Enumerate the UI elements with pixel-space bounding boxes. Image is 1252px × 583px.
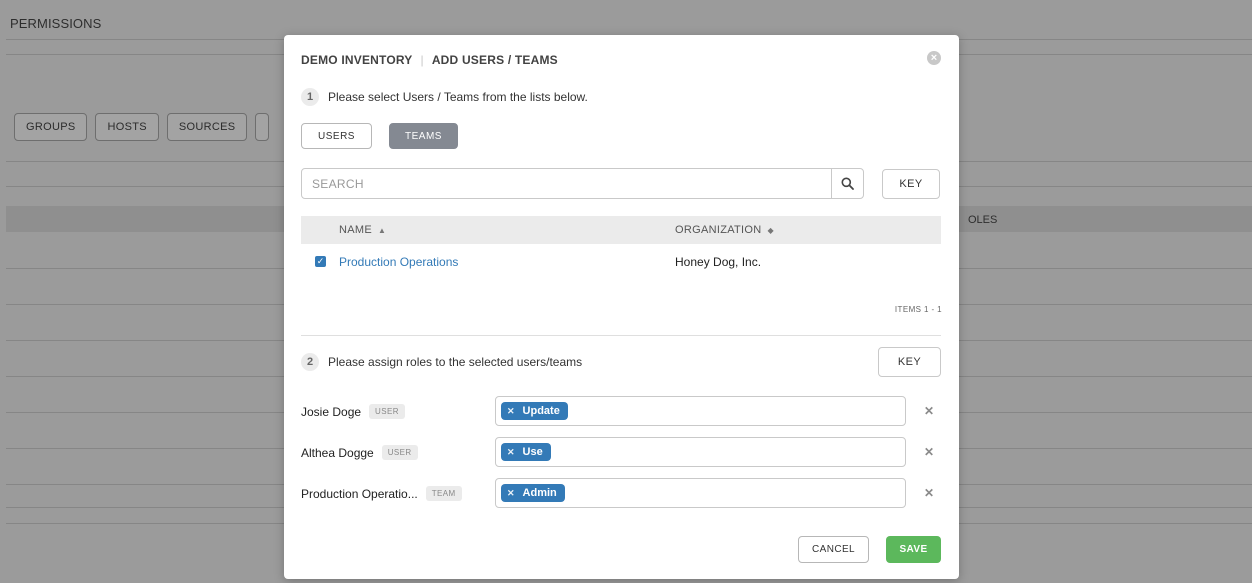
role-select[interactable]: ✕ Admin [495, 478, 906, 508]
assignee-name: Althea Dogge [301, 445, 374, 460]
assignment-row: Production Operatio... TEAM ✕ Admin ✕ [301, 478, 941, 508]
remove-row-icon[interactable]: ✕ [924, 404, 934, 418]
step-number: 1 [301, 88, 319, 106]
tab-teams[interactable]: TEAMS [389, 123, 458, 149]
step-text: Please assign roles to the selected user… [328, 355, 583, 369]
partial-button[interactable] [255, 113, 270, 141]
background-button-group: GROUPS HOSTS SOURCES [14, 113, 270, 141]
save-button[interactable]: SAVE [886, 536, 941, 563]
assignee: Josie Doge USER [301, 404, 405, 419]
type-badge: USER [381, 445, 418, 460]
items-count: ITEMS 1 - 1 [894, 305, 942, 314]
search-icon [841, 177, 854, 190]
search-input[interactable] [302, 169, 831, 198]
role-tag[interactable]: ✕ Update [501, 402, 568, 420]
remove-row-icon[interactable]: ✕ [924, 486, 934, 500]
sort-both-icon: ◆ [767, 226, 774, 235]
role-tag[interactable]: ✕ Use [501, 443, 551, 461]
column-header-organization[interactable]: ORGANIZATION ◆ [675, 224, 774, 236]
close-icon[interactable]: × [927, 51, 941, 65]
section-divider [301, 335, 941, 336]
team-name-link[interactable]: Production Operations [339, 255, 458, 269]
step-1: 1 Please select Users / Teams from the l… [301, 88, 588, 106]
hosts-button[interactable]: HOSTS [95, 113, 159, 141]
organization-cell: Honey Dog, Inc. [675, 255, 762, 269]
permissions-title: PERMISSIONS [10, 16, 102, 31]
column-name-label: NAME [339, 224, 372, 236]
search-button[interactable] [831, 169, 863, 198]
table-header: NAME ▲ ORGANIZATION ◆ [301, 216, 941, 244]
modal-heading: ADD USERS / TEAMS [431, 53, 558, 67]
step-text: Please select Users / Teams from the lis… [328, 90, 588, 104]
assignee-name: Production Operatio... [301, 486, 418, 501]
type-badge: USER [369, 404, 405, 419]
step-2: 2 Please assign roles to the selected us… [301, 353, 582, 371]
remove-tag-icon[interactable]: ✕ [507, 406, 515, 417]
role-tag-label: Update [522, 405, 560, 417]
sources-button[interactable]: SOURCES [166, 113, 248, 141]
key-button[interactable]: KEY [882, 169, 940, 199]
assignment-row: Josie Doge USER ✕ Update ✕ [301, 396, 941, 426]
search-box [301, 168, 864, 199]
remove-tag-icon[interactable]: ✕ [507, 447, 515, 458]
column-organization-label: ORGANIZATION [675, 224, 762, 236]
table-row[interactable]: ✓ Production Operations Honey Dog, Inc. [301, 249, 941, 275]
row-checkbox[interactable]: ✓ [315, 256, 326, 267]
assignee: Production Operatio... TEAM [301, 486, 462, 501]
title-separator: | [420, 53, 424, 67]
assignee-name: Josie Doge [301, 404, 362, 419]
role-select[interactable]: ✕ Use [495, 437, 906, 467]
inventory-name: DEMO INVENTORY [301, 53, 413, 67]
remove-tag-icon[interactable]: ✕ [507, 488, 515, 499]
step-number: 2 [301, 353, 319, 371]
role-tag-label: Admin [522, 487, 557, 499]
roles-key-button[interactable]: KEY [878, 347, 941, 377]
remove-row-icon[interactable]: ✕ [924, 445, 934, 459]
role-select[interactable]: ✕ Update [495, 396, 906, 426]
assignee: Althea Dogge USER [301, 445, 418, 460]
sort-up-icon: ▲ [377, 226, 387, 235]
groups-button[interactable]: GROUPS [14, 113, 88, 141]
modal-title: DEMO INVENTORY | ADD USERS / TEAMS [301, 53, 558, 67]
roles-column-header: OLES [968, 214, 998, 226]
column-header-name[interactable]: NAME ▲ [339, 224, 386, 236]
role-tag-label: Use [522, 446, 543, 458]
tab-users[interactable]: USERS [301, 123, 372, 149]
add-users-teams-modal: DEMO INVENTORY | ADD USERS / TEAMS × 1 P… [284, 35, 959, 579]
assignment-row: Althea Dogge USER ✕ Use ✕ [301, 437, 941, 467]
cancel-button[interactable]: CANCEL [798, 536, 869, 563]
type-badge: TEAM [425, 486, 462, 501]
role-tag[interactable]: ✕ Admin [501, 484, 565, 502]
